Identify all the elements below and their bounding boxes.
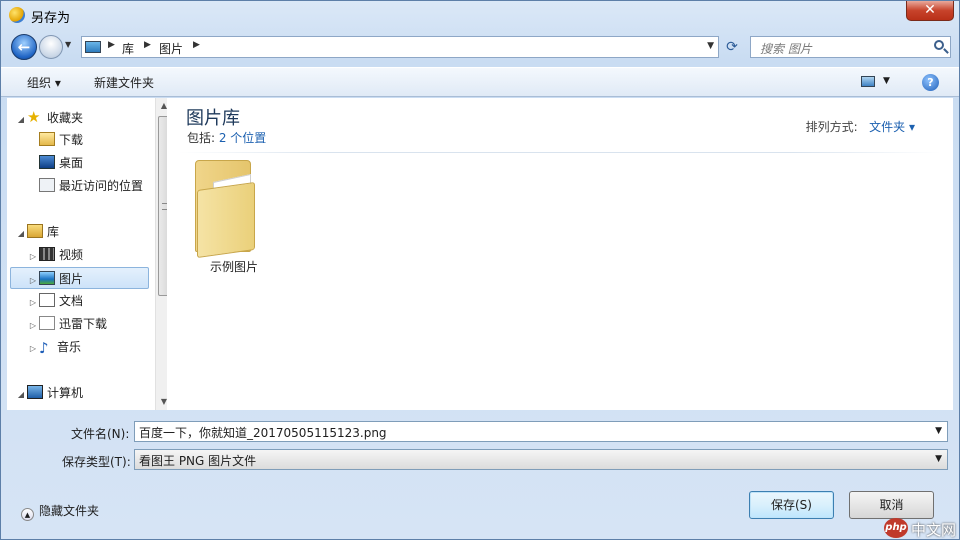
sidebar-group-libraries[interactable]: ◢ 库: [15, 221, 59, 243]
watermark: php 中文网: [884, 517, 960, 539]
arrange-by: 排列方式: 文件夹 ▾: [806, 118, 915, 135]
collapse-icon: ▲: [21, 508, 34, 521]
sidebar-item-videos[interactable]: ▷ 视频: [27, 244, 83, 266]
title-bar: 另存为 ✕: [1, 1, 959, 29]
filetype-select[interactable]: 看图王 PNG 图片文件 ▼: [134, 449, 948, 470]
filetype-value: 看图王 PNG 图片文件: [139, 454, 257, 468]
organize-button[interactable]: 组织 ▾: [27, 74, 61, 91]
sidebar-group-computer[interactable]: ◢ 计算机: [15, 382, 83, 404]
hide-folders-label: 隐藏文件夹: [39, 504, 100, 518]
search-input[interactable]: 搜索 图片: [750, 36, 951, 58]
sidebar-item-pictures[interactable]: ▷ 图片: [10, 267, 149, 289]
downloads-folder-icon: [39, 132, 55, 146]
expand-arrow-icon[interactable]: ◢: [15, 109, 27, 131]
app-icon: [9, 7, 25, 23]
folder-name: 示例图片: [209, 260, 258, 274]
navigation-pane: ◢ ★ 收藏夹 下载 桌面 最近访问的位置 ◢ 库 ▷ 视频 ▷ 图片 ▷ 文档 ▷ 迅雷下载…: [7, 98, 172, 410]
sidebar-item-recent-places[interactable]: 最近访问的位置: [39, 175, 143, 197]
sidebar-label: 下载: [59, 133, 84, 147]
watermark-text: 中文网: [911, 521, 957, 539]
sidebar-label: 桌面: [59, 156, 84, 170]
sidebar-label: 最近访问的位置: [59, 179, 144, 193]
command-bar: 组织 ▾ 新建文件夹 ▼ ?: [1, 67, 959, 97]
cancel-button[interactable]: 取消: [849, 491, 934, 519]
file-list-pane: 图片库 包括: 2 个位置 排列方式: 文件夹 ▾ 示例图片: [167, 98, 953, 410]
save-as-dialog: 另存为 ✕ ← ▼ ▶ 库 ▶ 图片 ▶ ▼ ⟳ 搜索 图片 组织 ▾ 新建文件…: [0, 0, 960, 540]
pictures-library-icon: [39, 271, 55, 285]
subtitle-prefix: 包括:: [187, 131, 219, 145]
expand-arrow-icon[interactable]: ▷: [27, 246, 39, 268]
sidebar-label: 视频: [59, 248, 84, 262]
window-title: 另存为: [31, 11, 71, 26]
sidebar-label: 计算机: [47, 386, 84, 400]
library-subtitle: 包括: 2 个位置: [187, 129, 266, 146]
folder-front: [197, 181, 255, 259]
hide-folders-toggle[interactable]: ▲ 隐藏文件夹: [21, 502, 99, 521]
sidebar-item-music[interactable]: ▷ ♪ 音乐: [27, 336, 81, 358]
breadcrumb-pictures[interactable]: 图片: [159, 40, 183, 57]
sidebar-item-downloads[interactable]: 下载: [39, 129, 83, 151]
video-library-icon: [39, 247, 55, 261]
address-dropdown-icon[interactable]: ▼: [707, 41, 714, 51]
watermark-logo: php: [884, 518, 908, 538]
filename-label: 文件名(N):: [71, 427, 130, 441]
sidebar-label: 库: [47, 225, 60, 239]
history-dropdown-icon[interactable]: ▼: [65, 40, 71, 49]
expand-arrow-icon[interactable]: ▷: [27, 292, 39, 314]
chevron-right-icon[interactable]: ▶: [193, 40, 200, 50]
view-dropdown-icon[interactable]: ▼: [883, 76, 890, 86]
arrange-label: 排列方式:: [805, 120, 858, 134]
star-icon: ★: [27, 108, 41, 126]
expand-arrow-icon[interactable]: ◢: [15, 223, 27, 245]
desktop-icon: [39, 155, 55, 169]
chevron-down-icon[interactable]: ▼: [935, 426, 942, 436]
search-placeholder: 搜索 图片: [760, 42, 812, 56]
sidebar-label: 迅雷下载: [59, 317, 108, 331]
chevron-right-icon[interactable]: ▶: [144, 40, 151, 50]
expand-arrow-icon[interactable]: ▷: [27, 338, 39, 360]
view-options-icon[interactable]: [861, 76, 875, 87]
breadcrumb-library[interactable]: 库: [122, 40, 134, 57]
filetype-label: 保存类型(T):: [62, 455, 131, 469]
address-bar[interactable]: ▶ 库 ▶ 图片 ▶ ▼: [81, 36, 719, 58]
xunlei-library-icon: [39, 316, 55, 330]
sidebar-label: 收藏夹: [47, 111, 84, 125]
recent-places-icon: [39, 178, 55, 192]
chevron-down-icon[interactable]: ▼: [935, 454, 942, 464]
forward-button[interactable]: [39, 35, 63, 59]
sidebar-item-desktop[interactable]: 桌面: [39, 152, 83, 174]
divider: [179, 152, 941, 153]
save-button[interactable]: 保存(S): [749, 491, 834, 519]
arrange-by-dropdown[interactable]: 文件夹 ▾: [869, 120, 915, 134]
expand-arrow-icon[interactable]: ▷: [27, 270, 39, 292]
locations-link[interactable]: 2 个位置: [219, 131, 266, 145]
address-row: ← ▼ ▶ 库 ▶ 图片 ▶ ▼ ⟳ 搜索 图片: [1, 31, 959, 63]
sidebar-item-documents[interactable]: ▷ 文档: [27, 290, 83, 312]
sidebar-group-favorites[interactable]: ◢ ★ 收藏夹: [15, 106, 83, 128]
library-icon: [27, 224, 43, 238]
filename-field[interactable]: 百度一下，你就知道_20170505115123.png ▼: [134, 421, 948, 442]
new-folder-button[interactable]: 新建文件夹: [94, 74, 154, 91]
help-icon[interactable]: ?: [922, 74, 939, 91]
computer-icon: [27, 385, 43, 399]
sidebar-label: 图片: [59, 272, 84, 286]
music-note-icon: ♪: [39, 339, 49, 357]
folder-item[interactable]: 示例图片: [191, 160, 277, 276]
sidebar-label: 音乐: [57, 340, 82, 354]
chevron-right-icon[interactable]: ▶: [108, 40, 115, 50]
expand-arrow-icon[interactable]: ▷: [27, 315, 39, 337]
sidebar-label: 文档: [59, 294, 84, 308]
filename-value: 百度一下，你就知道_20170505115123.png: [139, 426, 387, 440]
library-title: 图片库: [186, 108, 240, 129]
search-icon[interactable]: [934, 40, 944, 50]
refresh-button[interactable]: ⟳: [721, 36, 743, 58]
back-button[interactable]: ←: [11, 34, 37, 60]
pictures-library-icon: [85, 41, 101, 53]
document-library-icon: [39, 293, 55, 307]
close-button[interactable]: ✕: [906, 1, 954, 21]
expand-arrow-icon[interactable]: ◢: [15, 384, 27, 406]
sidebar-item-xunlei-downloads[interactable]: ▷ 迅雷下载: [27, 313, 107, 335]
